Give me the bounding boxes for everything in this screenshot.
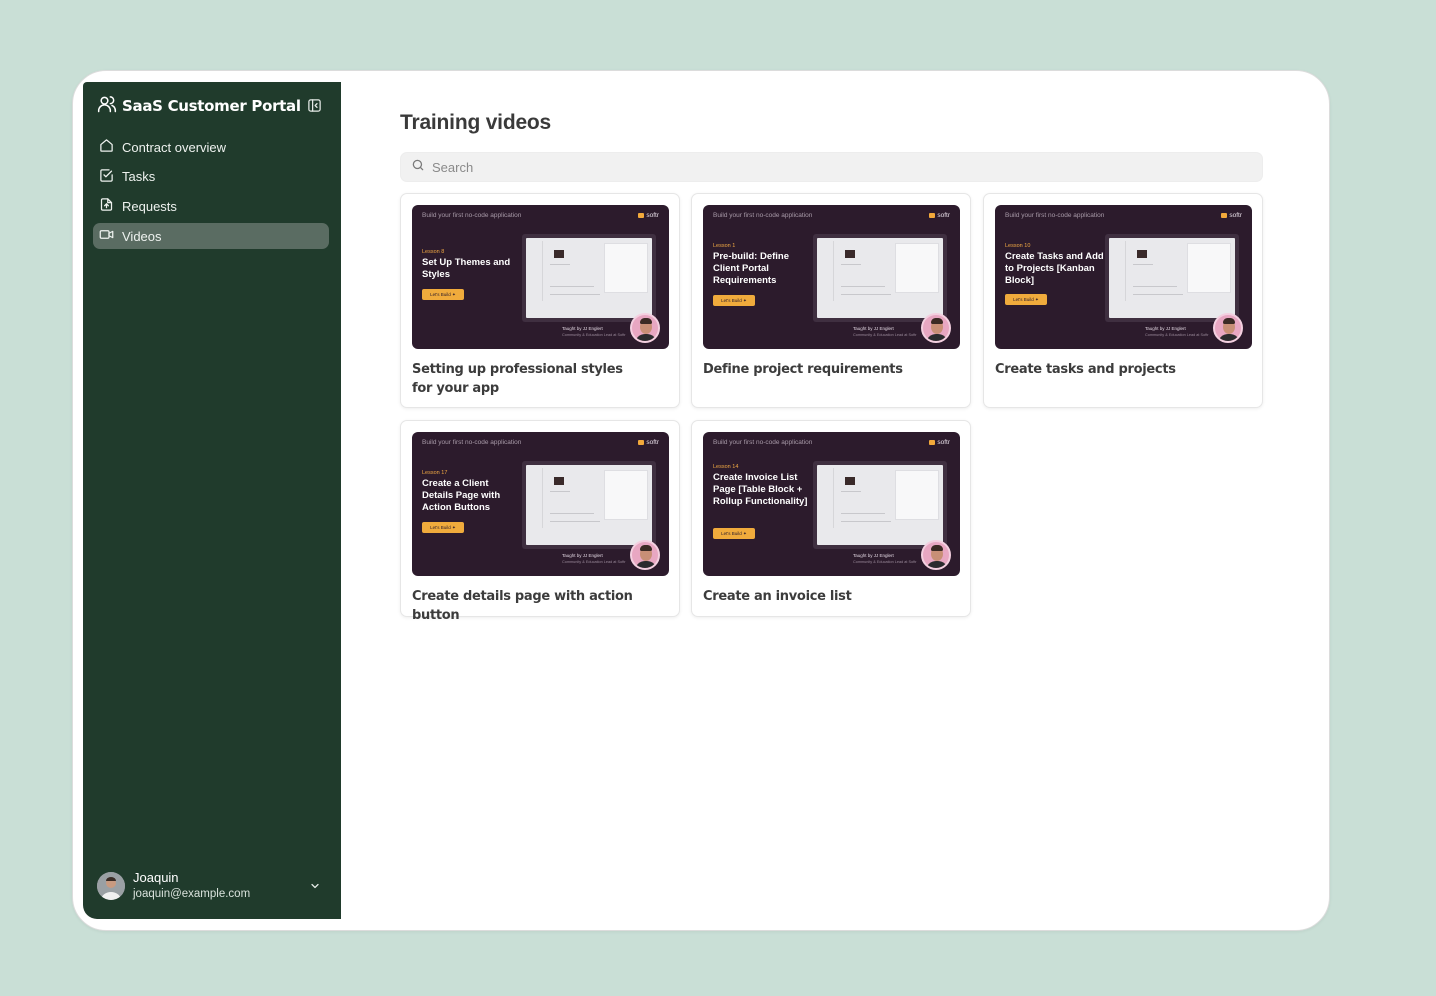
thumbnail-lesson: Lesson 1 [713,243,736,249]
thumbnail-cta: Let's Build ✦ [422,289,464,300]
video-thumbnail[interactable]: Build your first no-code application sof… [995,205,1252,349]
thumbnail-instructor: Taught by JJ Englert Community & Educatio… [562,553,626,564]
softr-logo: softr [1221,212,1242,219]
sidebar-item-requests[interactable]: Requests [93,193,329,219]
thumbnail-cta: Let's Build ✦ [713,528,755,539]
thumbnail-instructor: Taught by JJ Englert Community & Educatio… [562,326,626,337]
sidebar-item-tasks[interactable]: Tasks [93,164,329,190]
instructor-avatar [1213,313,1243,343]
video-title[interactable]: Define project requirements [703,360,933,379]
sidebar-item-contract-overview[interactable]: Contract overview [93,134,329,160]
user-email: joaquin@example.com [133,888,251,900]
thumbnail-series: Build your first no-code application [713,212,813,219]
video-thumbnail[interactable]: Build your first no-code application sof… [412,205,669,349]
app-title: SaaS Customer Portal [122,97,301,115]
thumbnail-screenshot [522,461,656,549]
user-name: Joaquin [133,870,179,885]
file-upload-icon [99,197,114,215]
thumbnail-series: Build your first no-code application [713,439,813,446]
thumbnail-series: Build your first no-code application [422,439,522,446]
page-title: Training videos [400,111,552,134]
sidebar-item-label: Videos [122,228,162,244]
video-card[interactable]: Build your first no-code application sof… [983,193,1263,408]
sidebar-nav: Contract overview Tasks Requests Videos [93,134,329,253]
softr-logo: softr [929,212,950,219]
search-bar[interactable] [400,152,1263,182]
thumbnail-lesson: Lesson 8 [422,249,445,255]
thumbnail-lesson: Lesson 14 [713,464,739,470]
video-card[interactable]: Build your first no-code application sof… [400,193,680,408]
home-icon [99,138,114,156]
collapse-sidebar-icon[interactable] [307,98,323,114]
thumbnail-heading: Create a Client Details Page with Action… [422,478,501,513]
video-card[interactable]: Build your first no-code application sof… [691,420,971,617]
thumbnail-lesson: Lesson 17 [422,470,448,476]
user-menu[interactable]: Joaquin joaquin@example.com [97,868,327,904]
checkbox-icon [99,168,114,186]
thumbnail-heading: Pre-build: Define Client Portal Requirem… [713,251,790,286]
main-content: Training videos Build your first no-code… [341,82,1320,919]
thumbnail-cta: Let's Build ✦ [713,295,755,306]
video-title[interactable]: Create details page with action button [412,587,642,625]
sidebar-item-label: Requests [122,198,177,214]
video-card[interactable]: Build your first no-code application sof… [691,193,971,408]
video-title[interactable]: Create tasks and projects [995,360,1225,379]
thumbnail-instructor: Taught by JJ Englert Community & Educatio… [853,553,917,564]
thumbnail-screenshot [813,461,947,549]
softr-logo: softr [638,212,659,219]
video-icon [99,227,114,245]
video-thumbnail[interactable]: Build your first no-code application sof… [412,432,669,576]
video-card[interactable]: Build your first no-code application sof… [400,420,680,623]
sidebar-item-label: Contract overview [122,139,227,155]
thumbnail-screenshot [522,234,656,322]
video-thumbnail[interactable]: Build your first no-code application sof… [703,432,960,576]
instructor-avatar [921,313,951,343]
instructor-avatar [630,540,660,570]
thumbnail-screenshot [813,234,947,322]
thumbnail-cta: Let's Build ✦ [1005,294,1047,305]
search-input[interactable] [432,159,832,175]
search-icon [411,158,425,177]
thumbnail-heading: Create Tasks and Add to Projects [Kanban… [1005,251,1104,286]
instructor-avatar [630,313,660,343]
video-thumbnail[interactable]: Build your first no-code application sof… [703,205,960,349]
thumbnail-heading: Create Invoice List Page [Table Block + … [713,472,808,507]
sidebar-item-label: Tasks [122,169,156,185]
thumbnail-cta: Let's Build ✦ [422,522,464,533]
thumbnail-instructor: Taught by JJ Englert Community & Educatio… [853,326,917,337]
app-brand[interactable]: SaaS Customer Portal [97,94,301,118]
avatar [97,872,125,900]
video-title[interactable]: Create an invoice list [703,587,933,606]
softr-logo: softr [638,439,659,446]
sidebar-item-videos[interactable]: Videos [93,223,329,250]
thumbnail-series: Build your first no-code application [422,212,522,219]
chevron-down-icon[interactable] [309,879,321,897]
thumbnail-instructor: Taught by JJ Englert Community & Educatio… [1145,326,1209,337]
softr-logo: softr [929,439,950,446]
video-title[interactable]: Setting up professional styles for your … [412,360,642,398]
thumbnail-lesson: Lesson 10 [1005,243,1031,249]
thumbnail-heading: Set Up Themes and Styles [422,257,511,280]
thumbnail-series: Build your first no-code application [1005,212,1105,219]
app-window: SaaS Customer Portal Contract overview T… [83,82,1320,919]
sidebar: SaaS Customer Portal Contract overview T… [83,82,341,919]
instructor-avatar [921,540,951,570]
users-icon [97,94,117,119]
thumbnail-screenshot [1105,234,1239,322]
